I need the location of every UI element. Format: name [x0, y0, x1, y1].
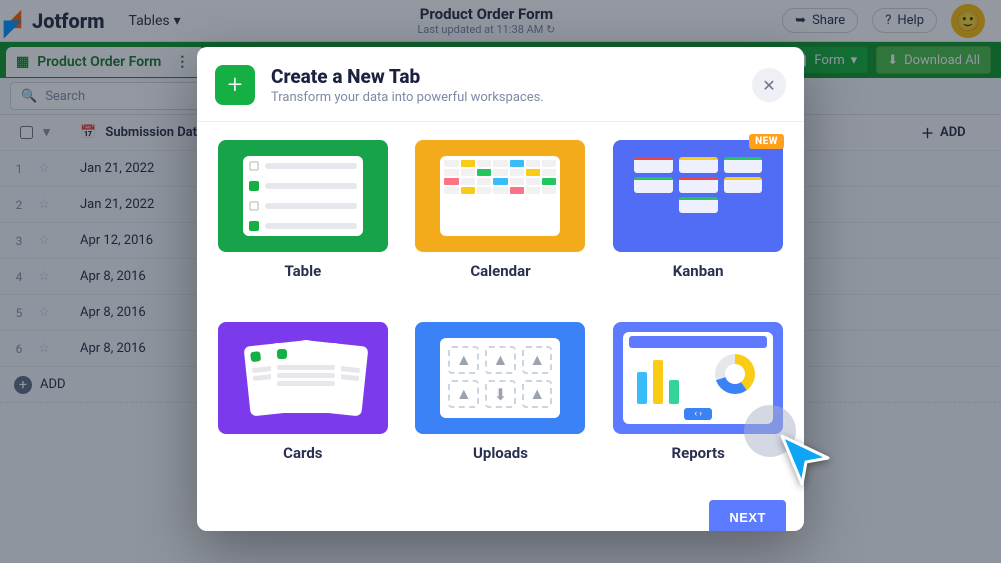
tile-cards[interactable]: Cards [215, 322, 391, 482]
cards-thumb-icon [218, 322, 388, 434]
modal-header: + Create a New Tab Transform your data i… [197, 47, 804, 122]
modal-body: Table Calendar NEW [197, 122, 804, 486]
modal-footer: NEXT [197, 486, 804, 531]
kanban-thumb-icon [613, 140, 783, 252]
table-thumb-icon [218, 140, 388, 252]
tile-label: Uploads [473, 444, 528, 462]
tile-calendar[interactable]: Calendar [413, 140, 589, 300]
tile-table[interactable]: Table [215, 140, 391, 300]
tile-reports[interactable]: ‹ › Reports [610, 322, 786, 482]
tile-label: Reports [672, 444, 725, 462]
uploads-thumb-icon: ▲▲▲ ▲⬇▲ [415, 322, 585, 434]
tile-label: Cards [283, 444, 322, 462]
new-badge: NEW [749, 134, 784, 149]
calendar-thumb-icon [415, 140, 585, 252]
close-icon: ✕ [762, 76, 775, 95]
create-new-tab-modal: + Create a New Tab Transform your data i… [197, 47, 804, 531]
plus-badge-icon: + [215, 65, 255, 105]
modal-subtitle: Transform your data into powerful worksp… [271, 90, 544, 105]
tile-label: Table [284, 262, 321, 280]
close-button[interactable]: ✕ [752, 68, 786, 102]
tile-uploads[interactable]: ▲▲▲ ▲⬇▲ Uploads [413, 322, 589, 482]
next-button[interactable]: NEXT [709, 500, 786, 531]
tile-kanban[interactable]: NEW Kanban [610, 140, 786, 300]
tile-label: Kanban [673, 262, 724, 280]
tile-label: Calendar [470, 262, 530, 280]
reports-thumb-icon: ‹ › [613, 322, 783, 434]
modal-title: Create a New Tab [271, 65, 544, 88]
